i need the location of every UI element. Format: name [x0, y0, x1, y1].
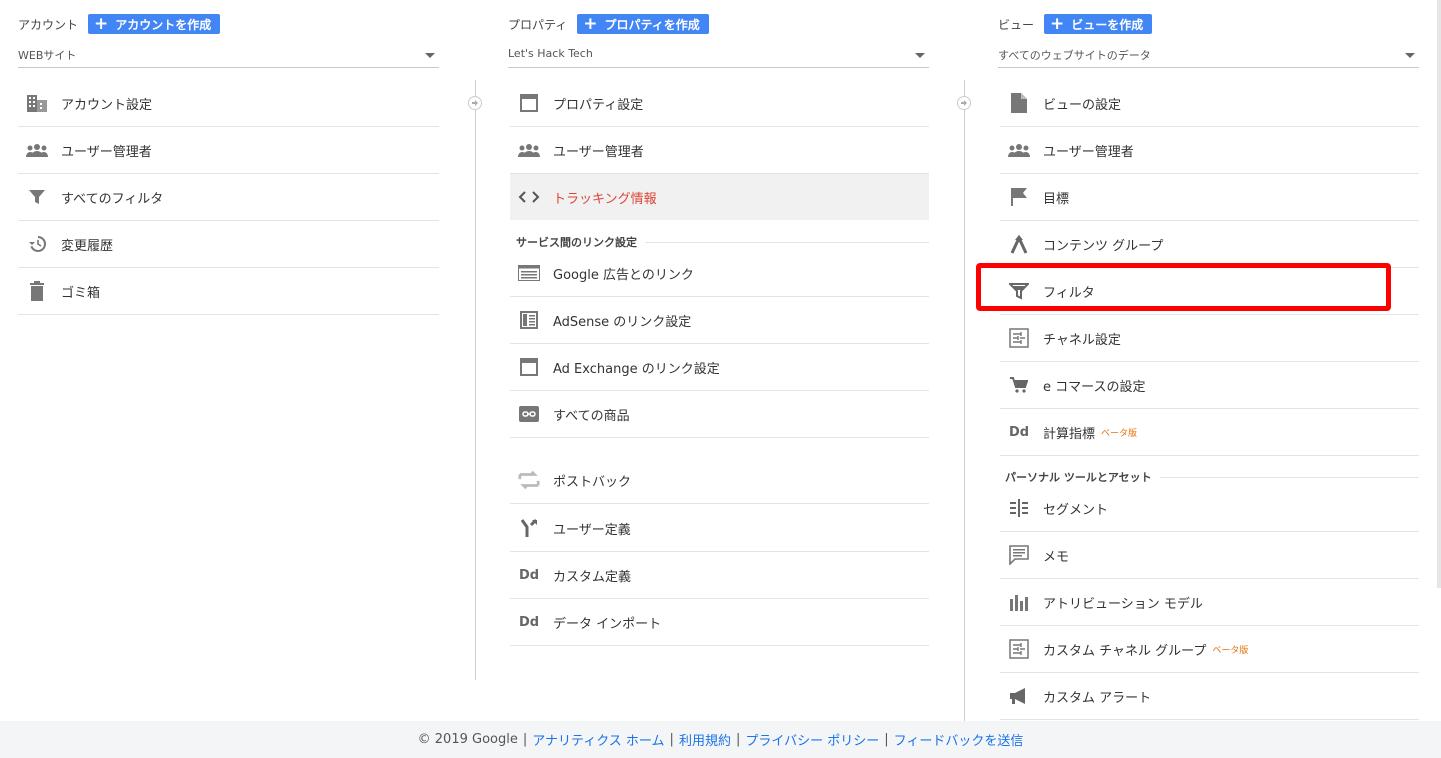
- create-account-button[interactable]: + アカウントを作成: [88, 13, 221, 34]
- create-view-button[interactable]: + ビューを作成: [1044, 13, 1153, 34]
- link-icon: [518, 403, 540, 425]
- account-trash-item[interactable]: ゴミ箱: [18, 268, 439, 315]
- history-icon: [26, 233, 48, 255]
- data-import-item[interactable]: Dd データ インポート: [510, 599, 929, 646]
- building-icon: [26, 92, 48, 114]
- footer: © 2019 Google | アナリティクス ホーム | 利用規約 | プライ…: [0, 721, 1441, 758]
- content-group-icon: [1008, 233, 1030, 255]
- channel-settings-item[interactable]: チャネル設定: [1000, 315, 1419, 362]
- cart-icon: [1008, 374, 1030, 396]
- arrow-right-icon[interactable]: [957, 96, 971, 110]
- dd-icon: Dd: [1008, 424, 1030, 440]
- memo-item[interactable]: メモ: [1000, 532, 1419, 579]
- adsense-link-item[interactable]: AdSense のリンク設定: [510, 297, 929, 344]
- create-property-button[interactable]: + プロパティを作成: [577, 14, 709, 34]
- content-group-item[interactable]: コンテンツ グループ: [1000, 221, 1419, 268]
- beta-badge: ベータ版: [1212, 645, 1249, 656]
- segments-item[interactable]: セグメント: [1000, 485, 1419, 532]
- megaphone-icon: [1008, 685, 1030, 707]
- account-settings-item[interactable]: アカウント設定: [18, 80, 439, 127]
- ecommerce-settings-item[interactable]: e コマースの設定: [1000, 362, 1419, 409]
- caret-down-icon: [1405, 53, 1415, 58]
- people-icon: [518, 139, 540, 161]
- people-icon: [26, 139, 48, 161]
- people-icon: [1008, 139, 1030, 161]
- view-users-item[interactable]: ユーザー管理者: [1000, 127, 1419, 174]
- calculated-metrics-item[interactable]: Dd 計算指標 ベータ版: [1000, 409, 1419, 456]
- attribution-icon: [1008, 591, 1030, 613]
- custom-channel-group-item[interactable]: カスタム チャネル グループ ベータ版: [1000, 626, 1419, 673]
- plus-icon: +: [1050, 13, 1065, 34]
- square-icon: [518, 356, 540, 378]
- all-products-item[interactable]: すべての商品: [510, 391, 929, 438]
- column-divider: [475, 80, 476, 680]
- document-icon: [1008, 92, 1030, 114]
- property-tracking-info-item[interactable]: トラッキング情報: [510, 174, 929, 220]
- send-feedback-link[interactable]: フィードバックを送信: [894, 730, 1024, 749]
- memo-icon: [1008, 544, 1030, 566]
- caret-down-icon: [915, 53, 925, 58]
- custom-definition-item[interactable]: Dd カスタム定義: [510, 552, 929, 599]
- property-linking-section-title: サービス間のリンク設定: [516, 234, 929, 250]
- view-selector[interactable]: すべてのウェブサイトのデータ: [998, 44, 1419, 68]
- plus-icon: +: [94, 13, 109, 34]
- account-header: アカウント + アカウントを作成: [18, 13, 221, 34]
- terms-link[interactable]: 利用規約: [679, 730, 731, 749]
- custom-alerts-item[interactable]: カスタム アラート: [1000, 673, 1419, 720]
- dd-icon: Dd: [518, 567, 540, 583]
- account-users-item[interactable]: ユーザー管理者: [18, 127, 439, 174]
- highlight-box: [976, 263, 1391, 311]
- property-settings-item[interactable]: プロパティ設定: [510, 80, 929, 127]
- property-selector[interactable]: Let's Hack Tech: [508, 44, 929, 68]
- privacy-policy-link[interactable]: プライバシー ポリシー: [745, 730, 879, 749]
- personal-tools-section-title: パーソナル ツールとアセット: [1005, 469, 1419, 485]
- segment-icon: [1008, 497, 1030, 519]
- view-label: ビュー: [998, 17, 1035, 32]
- property-users-item[interactable]: ユーザー管理者: [510, 127, 929, 174]
- view-header: ビュー + ビューを作成: [998, 13, 1153, 34]
- account-label: アカウント: [18, 17, 79, 32]
- analytics-home-link[interactable]: アナリティクス ホーム: [532, 730, 664, 749]
- account-history-item[interactable]: 変更履歴: [18, 221, 439, 268]
- account-selector[interactable]: WEBサイト: [18, 44, 439, 68]
- arrow-right-icon[interactable]: [468, 96, 482, 110]
- channel-icon: [1008, 327, 1030, 349]
- code-icon: [518, 186, 540, 208]
- beta-badge: ベータ版: [1101, 428, 1138, 439]
- caret-down-icon: [425, 53, 435, 58]
- channel-icon: [1008, 638, 1030, 660]
- postback-item[interactable]: ポストバック: [510, 457, 929, 504]
- view-settings-item[interactable]: ビューの設定: [1000, 80, 1419, 127]
- copyright-text: © 2019 Google: [417, 732, 518, 747]
- flag-icon: [1008, 186, 1030, 208]
- property-header: プロパティ + プロパティを作成: [508, 14, 709, 34]
- ad-exchange-link-item[interactable]: Ad Exchange のリンク設定: [510, 344, 929, 391]
- account-all-filters-item[interactable]: すべてのフィルタ: [18, 174, 439, 221]
- fork-icon: [518, 517, 540, 539]
- attribution-model-item[interactable]: アトリビューション モデル: [1000, 579, 1419, 626]
- goals-item[interactable]: 目標: [1000, 174, 1419, 221]
- filter-icon: [26, 186, 48, 208]
- dd-icon: Dd: [518, 614, 540, 630]
- trash-icon: [26, 280, 48, 302]
- scrollbar[interactable]: [1437, 0, 1441, 588]
- google-ads-link-item[interactable]: Google 広告とのリンク: [510, 250, 929, 297]
- column-divider: [964, 80, 965, 721]
- user-definition-item[interactable]: ユーザー定義: [510, 505, 929, 552]
- plus-icon: +: [583, 13, 598, 34]
- postback-icon: [518, 469, 540, 491]
- adsense-icon: [518, 309, 540, 331]
- property-label: プロパティ: [508, 17, 568, 32]
- square-icon: [518, 92, 540, 114]
- ads-icon: [518, 262, 540, 284]
